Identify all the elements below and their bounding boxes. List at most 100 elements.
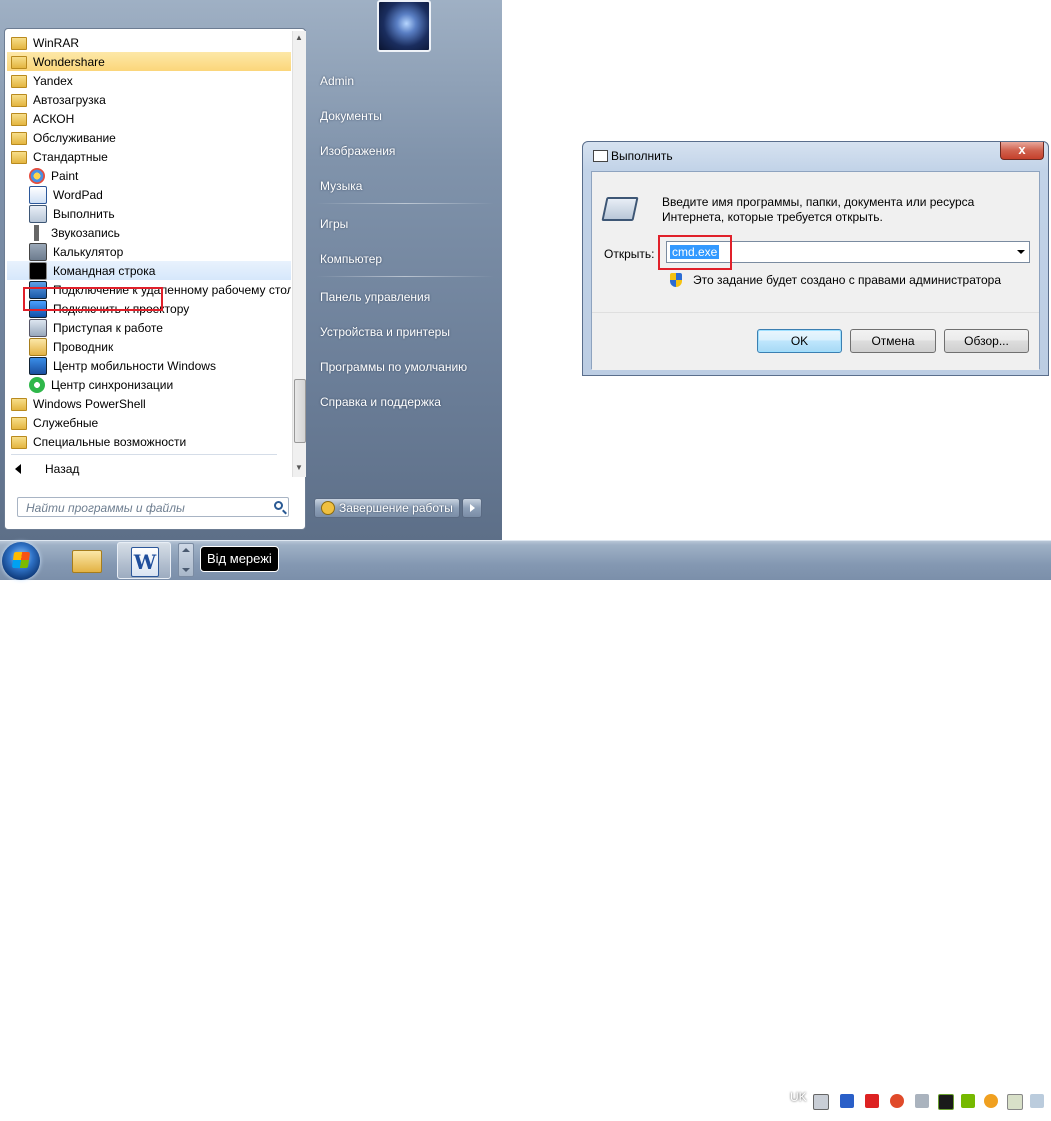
divider: [316, 203, 494, 204]
tray-app-icon[interactable]: [938, 1094, 954, 1110]
right-item-computer[interactable]: Компьютер: [320, 252, 382, 266]
tray-app-icon[interactable]: [915, 1094, 929, 1108]
program-label: АСКОН: [33, 111, 75, 126]
scrollbar-thumb[interactable]: [294, 379, 306, 443]
taskbar-explorer-button[interactable]: [60, 542, 114, 579]
program-label: WordPad: [53, 187, 103, 202]
tray-app-icon[interactable]: [840, 1094, 854, 1108]
program-label: Wondershare: [33, 54, 105, 69]
getting-started-icon: [29, 318, 47, 337]
programs-pane: WinRAR Wondershare Yandex Автозагрузка АСКОН…: [4, 28, 306, 530]
taskbar-scroll[interactable]: [178, 543, 194, 577]
back-arrow-icon: [15, 464, 21, 474]
mobility-center-icon: [29, 356, 47, 375]
back-label: Назад: [45, 462, 80, 476]
program-item[interactable]: Звукозапись: [7, 223, 291, 242]
program-item[interactable]: Служебные: [7, 413, 291, 432]
scroll-down-icon[interactable]: [182, 568, 190, 572]
network-icon[interactable]: [1030, 1094, 1044, 1108]
close-button[interactable]: x: [1000, 142, 1044, 160]
calculator-icon: [29, 242, 47, 261]
program-item[interactable]: Paint: [7, 166, 291, 185]
admin-note: Это задание будет создано с правами адми…: [693, 273, 1002, 287]
run-dialog-body: Введите имя программы, папки, документа …: [591, 171, 1040, 370]
search-input[interactable]: Найти программы и файлы: [17, 497, 289, 517]
folder-icon: [11, 56, 27, 69]
program-item[interactable]: Yandex: [7, 71, 291, 90]
right-item-pictures[interactable]: Изображения: [320, 144, 395, 158]
program-item[interactable]: Проводник: [7, 337, 291, 356]
cmd-icon: [29, 261, 47, 280]
keyboard-icon[interactable]: [813, 1094, 829, 1110]
right-item-documents[interactable]: Документы: [320, 109, 382, 123]
folder-icon: [11, 436, 27, 449]
program-item[interactable]: Калькулятор: [7, 242, 291, 261]
shutdown-button[interactable]: Завершение работы: [314, 498, 460, 518]
right-item-control-panel[interactable]: Панель управления: [320, 290, 430, 304]
shutdown-label: Завершение работы: [339, 501, 453, 515]
program-item[interactable]: Специальные возможности: [7, 432, 291, 451]
back-button[interactable]: Назад: [15, 459, 79, 479]
shutdown-options-arrow-icon[interactable]: [462, 498, 482, 518]
language-indicator[interactable]: UK: [790, 1090, 807, 1104]
browse-button[interactable]: Обзор...: [944, 329, 1029, 353]
program-item[interactable]: WordPad: [7, 185, 291, 204]
program-item[interactable]: Выполнить: [7, 204, 291, 223]
program-item[interactable]: Приступая к работе: [7, 318, 291, 337]
taskbar-word-button[interactable]: W: [117, 542, 171, 579]
scroll-down-icon[interactable]: ▼: [295, 463, 303, 472]
nvidia-icon[interactable]: [961, 1094, 975, 1108]
folder-icon: [11, 151, 27, 164]
explorer-icon: [29, 337, 47, 356]
program-item[interactable]: АСКОН: [7, 109, 291, 128]
ok-button[interactable]: OK: [757, 329, 842, 353]
program-item[interactable]: Windows PowerShell: [7, 394, 291, 413]
microphone-icon: [29, 224, 45, 241]
dialog-title: Выполнить: [611, 149, 673, 163]
user-avatar[interactable]: [377, 0, 431, 52]
scroll-up-icon[interactable]: [182, 548, 190, 552]
program-item[interactable]: Wondershare: [7, 52, 291, 71]
tray-app-icon[interactable]: [865, 1094, 879, 1108]
program-label: Командная строка: [53, 263, 156, 278]
program-label: Калькулятор: [53, 244, 124, 259]
program-label: Обслуживание: [33, 130, 116, 145]
cancel-button[interactable]: Отмена: [850, 329, 936, 353]
run-description: Введите имя программы, папки, документа …: [662, 195, 975, 224]
program-item[interactable]: Командная строка: [7, 261, 291, 280]
programs-scrollbar[interactable]: ▲ ▼: [292, 31, 306, 477]
right-item-devices-printers[interactable]: Устройства и принтеры: [320, 325, 450, 339]
tray-app-icon[interactable]: [1007, 1094, 1023, 1110]
folder-icon: [11, 113, 27, 126]
tray-app-icon[interactable]: [890, 1094, 904, 1108]
program-item[interactable]: Обслуживание: [7, 128, 291, 147]
run-window-icon: [593, 150, 608, 162]
folder-icon: [11, 75, 27, 88]
folder-icon: [11, 132, 27, 145]
chevron-down-icon[interactable]: [1017, 250, 1025, 254]
program-item[interactable]: Центр мобильности Windows: [7, 356, 291, 375]
paint-icon: [29, 167, 45, 184]
program-item[interactable]: Центр синхронизации: [7, 375, 291, 394]
folder-icon: [11, 417, 27, 430]
program-label: Автозагрузка: [33, 92, 106, 107]
right-item-games[interactable]: Игры: [320, 217, 348, 231]
program-label: Центр мобильности Windows: [53, 358, 216, 373]
program-item[interactable]: Автозагрузка: [7, 90, 291, 109]
sync-center-icon: [29, 376, 45, 393]
scroll-up-icon[interactable]: ▲: [295, 33, 303, 42]
button-bar: OK Отмена Обзор...: [592, 312, 1039, 370]
run-icon: [601, 197, 639, 221]
right-item-music[interactable]: Музыка: [320, 179, 362, 193]
right-item-admin[interactable]: Admin: [320, 74, 354, 88]
program-label: WinRAR: [33, 35, 80, 50]
update-icon[interactable]: [984, 1094, 998, 1108]
program-item[interactable]: WinRAR: [7, 33, 291, 52]
program-item[interactable]: Стандартные: [7, 147, 291, 166]
uac-shield-icon: [670, 273, 682, 287]
search-icon: [274, 501, 283, 510]
run-dialog-titlebar[interactable]: Выполнить x: [583, 142, 1048, 170]
right-item-help-support[interactable]: Справка и поддержка: [320, 395, 441, 409]
right-item-default-programs[interactable]: Программы по умолчанию: [320, 360, 467, 374]
start-button[interactable]: [2, 542, 40, 580]
